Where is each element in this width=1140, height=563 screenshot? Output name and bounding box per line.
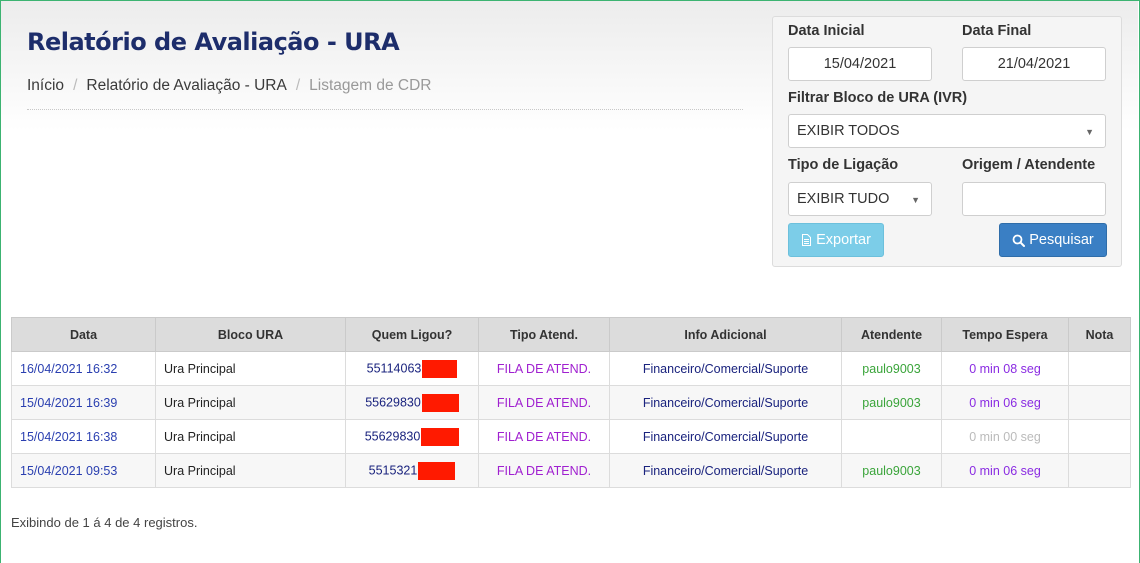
breadcrumb-item-relatorio[interactable]: Relatório de Avaliação - URA (86, 77, 286, 95)
title-divider (27, 109, 743, 110)
cell-info: Financeiro/Comercial/Suporte (609, 351, 842, 386)
data-inicial-input[interactable]: 15/04/2021 (788, 47, 932, 81)
origem-atendente-input[interactable] (962, 182, 1106, 216)
cell-atendente: paulo9003 (841, 453, 942, 488)
caller-number: 5515321 (368, 462, 418, 477)
bloco-ura-selected: EXIBIR TODOS (797, 123, 900, 139)
export-button[interactable]: Exportar (788, 223, 884, 257)
cell-tipo: FILA DE ATEND. (478, 385, 610, 420)
records-info: Exibindo de 1 á 4 de 4 registros. (11, 515, 198, 530)
cell-data[interactable]: 16/04/2021 16:32 (11, 351, 156, 386)
table-row: 15/04/2021 16:38 Ura Principal 55629830 … (11, 419, 1131, 454)
column-header-tempo-espera[interactable]: Tempo Espera (941, 317, 1069, 352)
cell-tipo: FILA DE ATEND. (478, 351, 610, 386)
bloco-ura-label: Filtrar Bloco de URA (IVR) (788, 90, 968, 106)
tipo-ligacao-select[interactable]: EXIBIR TUDO ▼ (788, 182, 932, 216)
cell-info: Financeiro/Comercial/Suporte (609, 385, 842, 420)
cell-tipo: FILA DE ATEND. (478, 453, 610, 488)
cell-tipo: FILA DE ATEND. (478, 419, 610, 454)
column-header-quem-ligou[interactable]: Quem Ligou? (345, 317, 479, 352)
breadcrumb-separator: / (73, 77, 78, 94)
cell-bloco: Ura Principal (155, 419, 346, 454)
cell-data[interactable]: 15/04/2021 16:38 (11, 419, 156, 454)
export-label: Exportar (816, 232, 871, 248)
data-inicial-label: Data Inicial (788, 23, 865, 39)
bloco-ura-select[interactable]: EXIBIR TODOS ▼ (788, 114, 1106, 148)
redaction-box (421, 393, 459, 412)
column-header-bloco-ura[interactable]: Bloco URA (155, 317, 346, 352)
cdr-table: Data Bloco URA Quem Ligou? Tipo Atend. I… (11, 317, 1131, 488)
breadcrumb-separator: / (295, 77, 301, 94)
tipo-ligacao-selected: EXIBIR TUDO (797, 191, 890, 207)
cell-info: Financeiro/Comercial/Suporte (609, 453, 842, 488)
caret-down-icon: ▼ (911, 195, 920, 205)
column-header-tipo-atend[interactable]: Tipo Atend. (478, 317, 610, 352)
cell-caller: 55629830 (345, 385, 479, 420)
cell-atendente: paulo9003 (841, 351, 942, 386)
table-header-row: Data Bloco URA Quem Ligou? Tipo Atend. I… (11, 317, 1131, 352)
search-label: Pesquisar (1029, 232, 1094, 248)
breadcrumb-item-current: Listagem de CDR (309, 77, 432, 94)
column-header-info-adicional[interactable]: Info Adicional (609, 317, 842, 352)
breadcrumb: Início / Relatório de Avaliação - URA / … (27, 77, 431, 95)
cell-nota (1068, 385, 1131, 420)
cell-atendente: paulo9003 (841, 385, 942, 420)
cell-caller: 55114063 (345, 351, 479, 386)
column-header-nota[interactable]: Nota (1068, 317, 1131, 352)
cell-caller: 55629830 (345, 419, 479, 454)
table-row: 16/04/2021 16:32 Ura Principal 55114063 … (11, 351, 1131, 386)
cell-atendente (841, 419, 942, 454)
caret-down-icon: ▼ (1085, 127, 1094, 137)
caller-number: 55114063 (366, 360, 422, 375)
table-row: 15/04/2021 16:39 Ura Principal 55629830 … (11, 385, 1131, 420)
tipo-ligacao-label: Tipo de Ligação (788, 157, 899, 173)
cell-bloco: Ura Principal (155, 453, 346, 488)
cell-tempo: 0 min 00 seg (941, 419, 1069, 454)
data-final-input[interactable]: 21/04/2021 (962, 47, 1106, 81)
breadcrumb-item-inicio[interactable]: Início (27, 77, 64, 95)
redaction-box (421, 427, 460, 446)
caller-number: 55629830 (365, 394, 421, 409)
cell-bloco: Ura Principal (155, 351, 346, 386)
search-icon (1012, 234, 1026, 247)
cell-tempo: 0 min 06 seg (941, 385, 1069, 420)
page-title: Relatório de Avaliação - URA (27, 28, 400, 56)
search-button[interactable]: Pesquisar (999, 223, 1107, 257)
redaction-box (418, 461, 456, 480)
cell-nota (1068, 351, 1131, 386)
caller-number: 55629830 (364, 428, 421, 443)
cell-nota (1068, 453, 1131, 488)
cell-caller: 5515321 (345, 453, 479, 488)
file-text-icon (802, 234, 812, 246)
redaction-box (422, 359, 458, 378)
filter-panel: Data Inicial Data Final 15/04/2021 21/04… (772, 16, 1122, 267)
cell-info: Financeiro/Comercial/Suporte (609, 419, 842, 454)
cell-data[interactable]: 15/04/2021 09:53 (11, 453, 156, 488)
column-header-atendente[interactable]: Atendente (841, 317, 942, 352)
cell-nota (1068, 419, 1131, 454)
cell-tempo: 0 min 06 seg (941, 453, 1069, 488)
cell-bloco: Ura Principal (155, 385, 346, 420)
origem-atendente-label: Origem / Atendente (962, 157, 1096, 173)
cell-data[interactable]: 15/04/2021 16:39 (11, 385, 156, 420)
column-header-data[interactable]: Data (11, 317, 156, 352)
data-final-label: Data Final (962, 23, 1032, 39)
table-row: 15/04/2021 09:53 Ura Principal 5515321 F… (11, 453, 1131, 488)
cell-tempo: 0 min 08 seg (941, 351, 1069, 386)
